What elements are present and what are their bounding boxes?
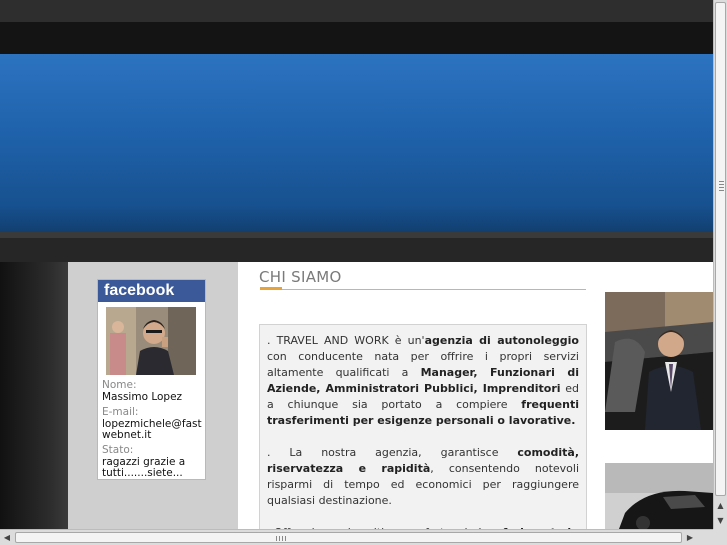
name-value: Massimo Lopez — [102, 390, 183, 403]
arrow-up-icon[interactable]: ▲ — [715, 499, 726, 513]
horizontal-scroll-thumb[interactable] — [15, 532, 682, 543]
email-value: lopezmichele@fastwebnet.it — [102, 417, 202, 441]
arrow-right-icon[interactable]: ▶ — [683, 530, 697, 545]
status-value: ragazzi grazie a tutti.......siete... — [102, 455, 186, 479]
horizontal-grip-line — [285, 536, 286, 541]
profile-photo[interactable] — [106, 307, 196, 375]
facebook-logo[interactable]: facebook — [98, 280, 205, 302]
title-accent — [260, 287, 282, 290]
horizontal-grip-line — [279, 536, 280, 541]
about-paragraph: . La nostra agenzia, garantisce comodità… — [267, 445, 579, 509]
car-photo — [605, 463, 713, 529]
horizontal-scrollbar[interactable]: ◀ ▶ — [0, 529, 713, 545]
horizontal-grip-line — [276, 536, 277, 541]
paragraph-text: . TRAVEL AND WORK è un' — [267, 334, 425, 347]
top-band — [0, 0, 713, 22]
vertical-grip-line — [719, 190, 724, 191]
horizontal-grip-line — [282, 536, 283, 541]
section-title: CHI SIAMO — [259, 268, 342, 286]
car-photo-image — [605, 463, 713, 529]
paragraph-text: . La nostra agenzia, garantisce — [267, 446, 518, 459]
left-dark-column — [0, 262, 68, 529]
dark-strip — [0, 238, 713, 262]
status-label: Stato: — [102, 444, 134, 456]
vertical-scroll-thumb[interactable] — [715, 2, 726, 496]
header-banner — [0, 54, 713, 232]
page-viewport: facebook Nome: Massimo Lopez E-mail: lop… — [0, 0, 713, 529]
title-underline — [260, 289, 586, 290]
vertical-scrollbar[interactable]: ▲ ▼ — [713, 0, 727, 529]
chauffeur-photo-image — [605, 292, 713, 430]
vertical-grip-line — [719, 181, 724, 182]
about-paragraph: . TRAVEL AND WORK è un'agenzia di autono… — [267, 333, 579, 429]
vertical-grip-line — [719, 184, 724, 185]
paragraph-bold-text: agenzia di autonoleggio — [424, 334, 579, 347]
email-label: E-mail: — [102, 406, 139, 418]
vertical-grip-line — [719, 187, 724, 188]
arrow-down-icon[interactable]: ▼ — [715, 514, 726, 528]
scrollbar-corner — [713, 529, 727, 545]
navigation-bar — [0, 22, 713, 54]
name-label: Nome: — [102, 379, 137, 391]
chauffeur-photo — [605, 292, 713, 430]
facebook-profile-badge[interactable]: facebook Nome: Massimo Lopez E-mail: lop… — [97, 279, 206, 480]
arrow-left-icon[interactable]: ◀ — [0, 530, 14, 545]
profile-photo-image — [106, 307, 196, 375]
about-text-box: . TRAVEL AND WORK è un'agenzia di autono… — [259, 324, 587, 529]
